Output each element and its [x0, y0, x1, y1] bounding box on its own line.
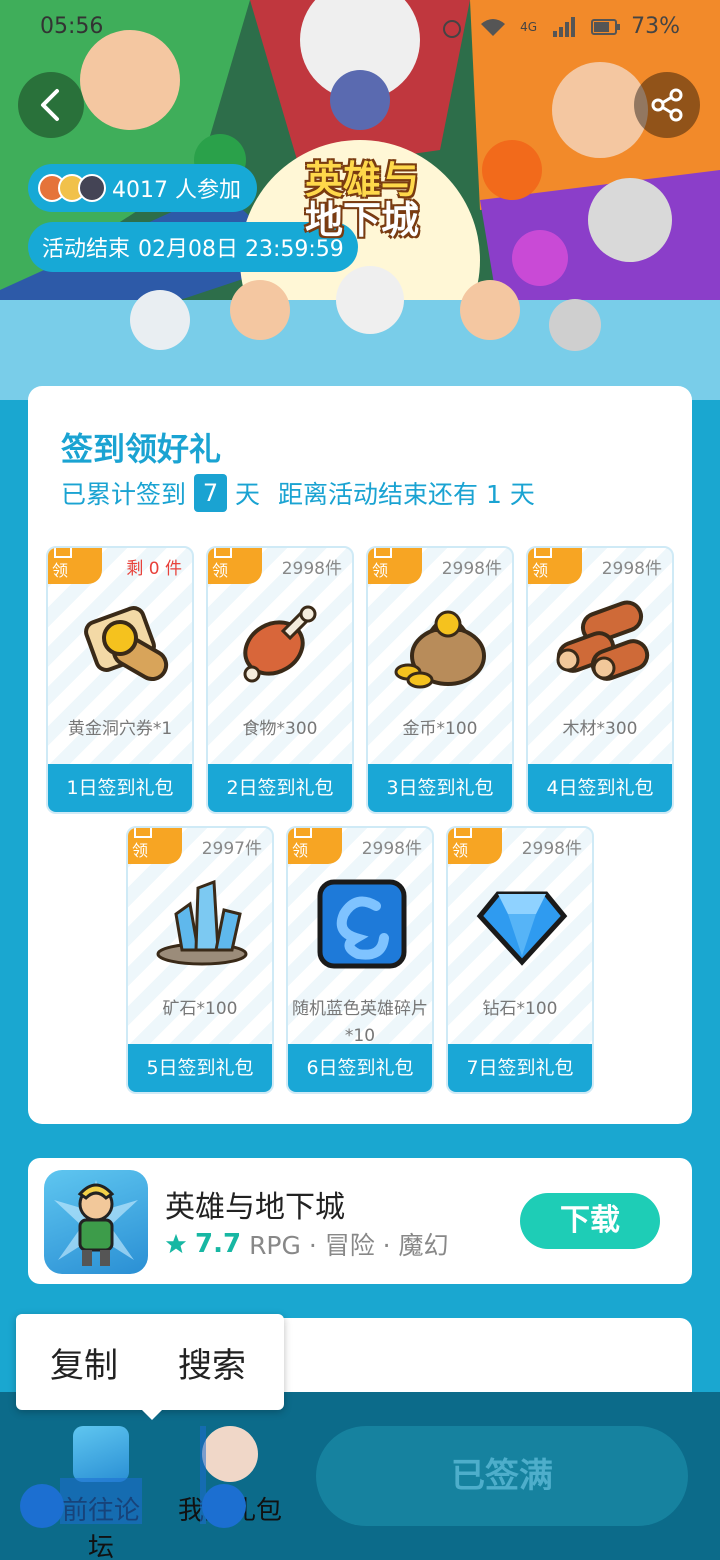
gift-stock: 2998件	[601, 559, 662, 579]
signed-suffix: 天	[235, 480, 261, 509]
gift-stock: 2998件	[441, 559, 502, 579]
gift-name: 随机蓝色英雄碎片*10	[292, 999, 428, 1046]
claim-tag: 领	[288, 828, 342, 864]
gift-stock: 2998件	[281, 559, 342, 579]
status-time: 05:56	[40, 14, 104, 39]
copy-menu-item[interactable]: 复制	[16, 1338, 144, 1387]
signal-icon	[551, 16, 577, 37]
game-rating: 7.7	[195, 1229, 242, 1259]
gift-name: 木材*300	[562, 719, 638, 739]
logo-line2: 地下城	[304, 198, 419, 242]
coin-bag-icon	[392, 594, 492, 694]
selection-end-handle[interactable]	[202, 1484, 246, 1528]
back-button[interactable]	[18, 72, 84, 138]
network-type: 4G	[520, 19, 538, 34]
logo-line1: 英雄与	[304, 158, 419, 202]
claim-tag: 领	[448, 828, 502, 864]
gift-card-day4[interactable]: 领 2998件 木材*300 4日签到礼包	[526, 546, 674, 814]
forum-game-icon	[73, 1426, 129, 1482]
crystal-ore-icon	[152, 874, 252, 974]
gift-card-day1[interactable]: 领 剩 0 件 黄金洞穴券*1 1日签到礼包	[46, 546, 194, 814]
share-icon	[651, 88, 683, 122]
claim-tag: 领	[48, 548, 102, 584]
gift-name: 食物*300	[242, 719, 318, 739]
game-app-icon	[44, 1170, 148, 1274]
checkin-card: 签到领好礼 已累计签到 7 天 距离活动结束还有 1 天 领 剩 0 件 黄金洞…	[28, 386, 692, 1124]
gift-name: 黄金洞穴券*1	[67, 719, 173, 739]
blue-hero-shard-icon	[312, 874, 412, 974]
remaining-days: 距离活动结束还有 1 天	[278, 480, 535, 509]
battery-percent: 73%	[631, 14, 680, 39]
text-selection-highlight	[60, 1478, 142, 1524]
gift-stock: 剩 0 件	[126, 559, 182, 579]
my-gifts-avatar-icon	[202, 1426, 258, 1482]
gift-claim-button[interactable]: 6日签到礼包	[288, 1044, 432, 1092]
gift-name: 金币*100	[402, 719, 478, 739]
game-info-card[interactable]: 英雄与地下城 7.7 RPG · 冒险 · 魔幻 下载	[28, 1158, 692, 1284]
gift-claim-button[interactable]: 1日签到礼包	[48, 764, 192, 812]
gift-card-day5[interactable]: 领 2997件 矿石*100 5日签到礼包	[126, 826, 274, 1094]
checkin-progress: 已累计签到 7 天 距离活动结束还有 1 天	[61, 474, 535, 512]
gift-card-day3[interactable]: 领 2998件 金币*100 3日签到礼包	[366, 546, 514, 814]
selection-start-handle[interactable]	[20, 1484, 64, 1528]
wifi-icon	[480, 17, 506, 37]
gift-claim-button[interactable]: 5日签到礼包	[128, 1044, 272, 1092]
claim-tag: 领	[128, 828, 182, 864]
event-end-label: 活动结束	[42, 237, 131, 262]
gift-claim-button[interactable]: 4日签到礼包	[528, 764, 672, 812]
text-context-menu: 复制 搜索	[16, 1314, 284, 1420]
gift-claim-button[interactable]: 7日签到礼包	[448, 1044, 592, 1092]
gift-name: 钻石*100	[482, 999, 558, 1019]
game-meta: 7.7 RPG · 冒险 · 魔幻	[165, 1226, 449, 1262]
claim-tag: 领	[528, 548, 582, 584]
gift-card-day2[interactable]: 领 2998件 食物*300 2日签到礼包	[206, 546, 354, 814]
diamond-icon	[472, 874, 572, 974]
signed-days: 7	[194, 474, 228, 512]
gift-card-day7[interactable]: 领 2998件 钻石*100 7日签到礼包	[446, 826, 594, 1094]
claim-tag: 领	[368, 548, 422, 584]
bottom-action-bar: 前往论坛 我的礼包 已签满	[0, 1392, 720, 1560]
gift-card-day6[interactable]: 领 2998件 随机蓝色英雄碎片*10 6日签到礼包	[286, 826, 434, 1094]
participants-count: 4017 人参加	[112, 178, 241, 203]
gift-stock: 2997件	[201, 839, 262, 859]
checkin-title: 签到领好礼	[61, 430, 222, 468]
alarm-icon	[440, 17, 466, 38]
claim-tag: 领	[208, 548, 262, 584]
status-bar: 05:56 4G 73%	[0, 0, 720, 56]
search-menu-item[interactable]: 搜索	[144, 1338, 272, 1387]
back-arrow-icon	[41, 89, 59, 121]
game-tags: RPG · 冒险 · 魔幻	[249, 1231, 449, 1260]
signed-prefix: 已累计签到	[61, 480, 187, 509]
download-button[interactable]: 下载	[520, 1193, 660, 1249]
gift-stock: 2998件	[361, 839, 422, 859]
signed-full-button: 已签满	[316, 1426, 688, 1526]
star-icon	[165, 1233, 187, 1254]
game-logo: 英雄与 地下城	[292, 160, 432, 250]
gift-claim-button[interactable]: 2日签到礼包	[208, 764, 352, 812]
battery-icon	[591, 17, 621, 37]
game-name: 英雄与地下城	[165, 1190, 345, 1225]
wood-icon	[552, 594, 652, 694]
participant-avatars	[38, 174, 106, 202]
gift-stock: 2998件	[521, 839, 582, 859]
golden-scroll-icon	[72, 594, 172, 694]
gift-name: 矿石*100	[162, 999, 238, 1019]
participants-badge: 4017 人参加	[28, 164, 257, 212]
share-button[interactable]	[634, 72, 700, 138]
gift-claim-button[interactable]: 3日签到礼包	[368, 764, 512, 812]
event-banner: 05:56 4G 73% 4017 人参加 活动结束 02月08日 23:59:…	[0, 0, 720, 400]
meat-icon	[232, 594, 332, 694]
